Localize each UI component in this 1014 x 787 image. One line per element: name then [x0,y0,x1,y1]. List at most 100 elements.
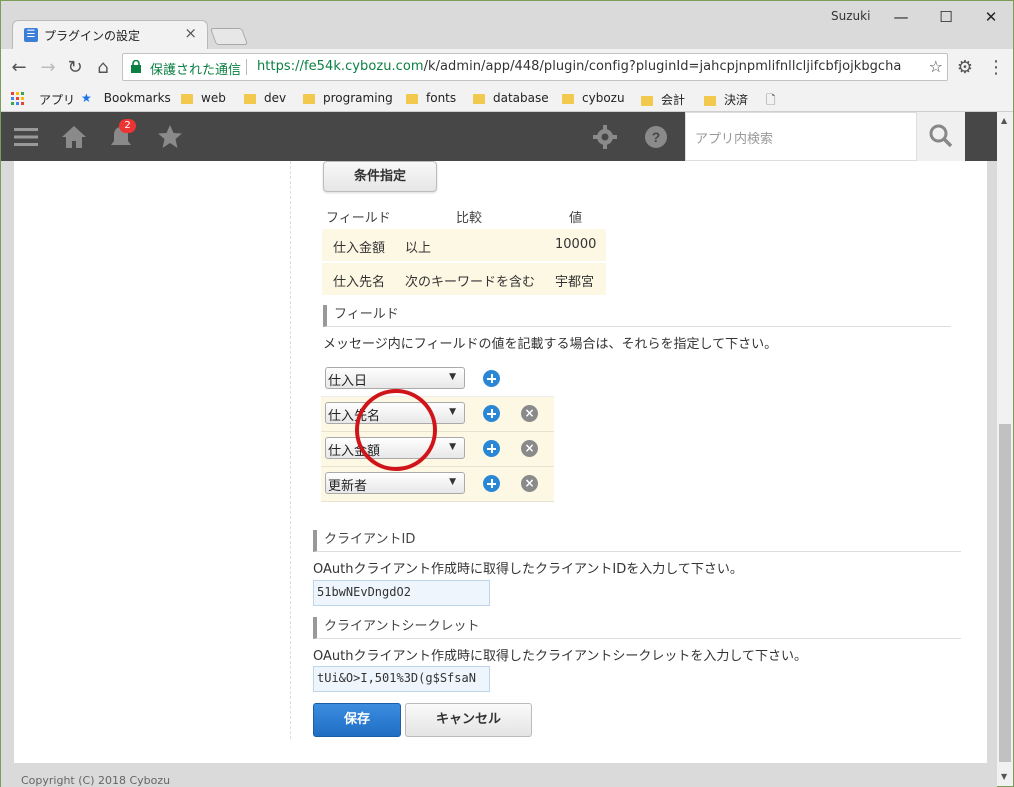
dropdown-arrow-icon: ▼ [449,442,456,452]
url-text: https://fe54k.cybozu.com/k/admin/app/448… [257,59,901,74]
secure-connection-label: 保護された通信 [150,63,242,78]
back-arrow-icon[interactable]: ← [7,56,31,80]
home-icon[interactable]: ⌂ [91,56,115,80]
bookmark-cybozu[interactable]: cybozu [562,91,625,105]
bookmark-fonts[interactable]: fonts [406,91,456,105]
close-window-button[interactable]: ✕ [976,5,1006,29]
dropdown-arrow-icon: ▼ [449,407,456,417]
bookmark-payment[interactable]: 決済 [704,91,748,108]
condition-button[interactable]: 条件指定 [323,161,437,192]
folder-icon [473,93,485,104]
client-secret-title: クライアントシークレット [313,617,961,639]
kintone-favicon-icon: ☰ [24,28,38,42]
folder-icon [303,93,315,104]
folder-icon [704,95,716,106]
extension-icon[interactable]: ⚙ [953,56,977,80]
apps-grid-icon[interactable] [11,92,25,106]
blue-star-icon: ★ [81,91,92,105]
folder-icon [406,93,418,104]
client-secret-input[interactable]: tUi&O>I,501%3D(g$SfsaN [313,666,490,692]
address-separator [246,59,247,75]
profile-name[interactable]: Suzuki [831,9,870,23]
header-field: フィールド [326,211,391,226]
remove-field-icon[interactable]: × [521,475,538,492]
notification-badge: 2 [119,119,136,133]
condition-row: 仕入金額 以上 10000 [322,229,606,262]
page-icon[interactable]: 🗋 [766,91,776,112]
header-compare: 比較 [456,211,483,226]
scroll-up-arrow-icon[interactable]: ▲ [1001,116,1007,125]
scrollbar-thumb[interactable] [999,424,1011,762]
settings-gear-icon[interactable] [592,124,618,150]
title-bar: ☰ プラグインの設定 × Suzuki — ☐ ✕ [1,1,1013,49]
tab-title: プラグインの設定 [44,29,141,43]
cancel-button[interactable]: キャンセル [405,703,532,737]
folder-icon [244,93,256,104]
help-icon[interactable]: ? [643,124,669,150]
folder-icon [641,95,653,106]
dropdown-arrow-icon: ▼ [449,477,456,487]
maximize-button[interactable]: ☐ [931,5,961,29]
fields-section-title: フィールド [323,305,951,327]
add-field-icon[interactable] [483,440,500,457]
bookmark-dev[interactable]: dev [244,91,286,105]
vertical-scrollbar[interactable]: ▲ ▼ [997,112,1013,786]
browser-tab[interactable]: ☰ プラグインの設定 × [12,20,208,49]
bookmark-web[interactable]: web [181,91,226,105]
browser-window: ☰ プラグインの設定 × Suzuki — ☐ ✕ ← → ↻ ⌂ 保護された通… [0,0,1014,787]
condition-operator: 次のキーワードを含む [405,275,536,290]
forward-arrow-icon[interactable]: → [36,56,60,80]
dropdown-arrow-icon: ▼ [449,372,456,382]
bookmark-programing[interactable]: programing [303,91,393,105]
bookmark-star-icon[interactable]: ☆ [929,57,943,76]
client-id-description: OAuthクライアント作成時に取得したクライアントIDを入力して下さい。 [313,562,743,577]
condition-value: 10000 [555,237,597,252]
browser-toolbar: ← → ↻ ⌂ 保護された通信 https://fe54k.cybozu.com… [1,49,1013,87]
highlight-circle-annotation [355,389,437,471]
bookmark-database[interactable]: database [473,91,549,105]
reload-icon[interactable]: ↻ [63,56,87,80]
client-id-title: クライアントID [313,530,961,552]
home-portal-icon[interactable] [61,124,87,150]
header-value: 値 [569,211,583,226]
field-select[interactable]: 更新者 ▼ [325,472,465,494]
url-path: /k/admin/app/448/plugin/config?pluginId=… [423,59,902,74]
url-origin: https://fe54k.cybozu.com [257,59,424,74]
footer-copyright: Copyright (C) 2018 Cybozu [21,774,171,787]
add-field-icon[interactable] [483,370,500,387]
client-id-input[interactable]: 51bwNEvDngdO2 [313,580,490,606]
remove-field-icon[interactable]: × [521,405,538,422]
content-guide-line [290,161,291,739]
add-field-icon[interactable] [483,475,500,492]
svg-text:?: ? [652,129,661,145]
lock-icon [131,60,141,73]
save-button[interactable]: 保存 [313,703,401,737]
address-bar[interactable]: 保護された通信 https://fe54k.cybozu.com/k/admin… [122,53,948,81]
field-select[interactable]: 仕入日 ▼ [325,367,465,389]
fields-description: メッセージ内にフィールドの値を記載する場合は、それらを指定して下さい。 [323,337,778,352]
kintone-header: 2 ? アプリ内検索 [1,112,997,161]
client-secret-description: OAuthクライアント作成時に取得したクライアントシークレットを入力して下さい。 [313,649,808,664]
remove-field-icon[interactable]: × [521,440,538,457]
favorites-star-icon[interactable] [157,124,183,150]
condition-field: 仕入先名 [333,275,386,290]
app-search-input[interactable]: アプリ内検索 [685,112,917,161]
field-row: 仕入日 ▼ [321,362,554,397]
bookmark-accounting[interactable]: 会計 [641,91,685,108]
field-row: 更新者 ▼ × [321,467,554,502]
bookmark-apps[interactable]: アプリ [39,91,75,108]
condition-value: 宇都宮 [555,275,595,290]
folder-icon [181,93,193,104]
search-button[interactable] [917,112,965,161]
menu-dots-icon[interactable]: ⋮ [984,56,1008,80]
bookmark-bookmarks[interactable]: ★ Bookmarks [81,91,171,105]
hamburger-menu-icon[interactable] [13,124,39,150]
scroll-down-arrow-icon[interactable]: ▼ [1001,772,1007,781]
page-body: 条件指定 フィールド 比較 値 仕入金額 以上 10000 仕入先名 次のキーワ… [1,161,997,787]
folder-icon [562,93,574,104]
tab-close-icon[interactable]: × [184,24,197,42]
add-field-icon[interactable] [483,405,500,422]
minimize-button[interactable]: — [886,5,916,29]
app-search-placeholder: アプリ内検索 [695,132,774,147]
new-tab-button[interactable] [209,28,249,45]
